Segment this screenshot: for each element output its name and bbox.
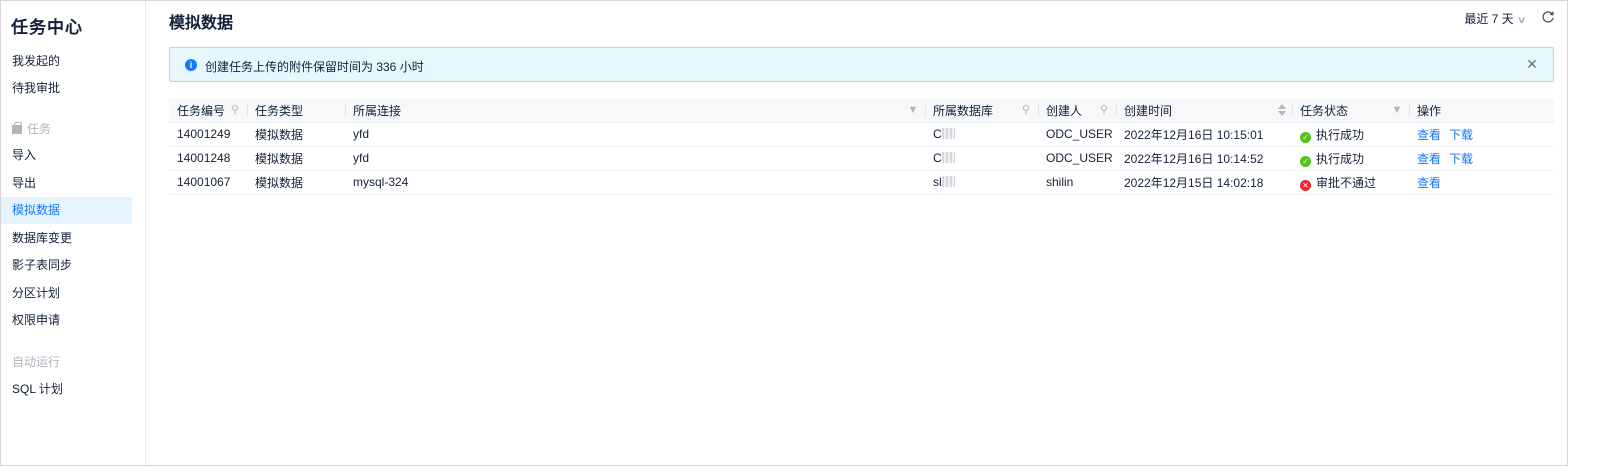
sidebar-item-partition-plan[interactable]: 分区计划 [1, 280, 132, 307]
sidebar-item-import[interactable]: 导入 [1, 142, 132, 169]
sidebar-item-db-change[interactable]: 数据库变更 [1, 225, 132, 252]
download-link[interactable]: 下载 [1449, 128, 1473, 142]
table-row: 14001067 模拟数据 mysql-324 sl shilin 2022年1… [169, 170, 1554, 195]
search-icon[interactable]: ⚲ [229, 104, 241, 116]
cell-type: 模拟数据 [247, 122, 345, 147]
page-title: 模拟数据 [169, 15, 234, 32]
cell-connection: yfd [345, 146, 925, 171]
cell-created-at: 2022年12月16日 10:14:52 [1116, 146, 1292, 171]
cell-creator: ODC_USER [1038, 146, 1116, 171]
main-content: 模拟数据 最近 7 天 ∨ i 创建任务上传的附件保留时间为 336 小时 ✕ 任… [146, 1, 1567, 465]
cell-creator: ODC_USER [1038, 122, 1116, 147]
close-icon[interactable]: ✕ [1525, 57, 1539, 71]
column-header-id: 任务编号 ⚲ [169, 99, 247, 123]
cell-type: 模拟数据 [247, 170, 345, 195]
error-circle-icon: ✕ [1300, 179, 1311, 191]
redacted-text [941, 128, 955, 139]
app-title: 任务中心 [11, 18, 83, 37]
sidebar-item-shadow-table-sync[interactable]: 影子表同步 [1, 252, 132, 279]
column-header-database: 所属数据库 ⚲ [925, 99, 1038, 123]
date-range-value: 最近 7 天 [1464, 12, 1514, 26]
info-alert: i 创建任务上传的附件保留时间为 336 小时 ✕ [169, 47, 1554, 82]
download-link[interactable]: 下载 [1449, 152, 1473, 166]
date-range-select[interactable]: 最近 7 天 ∨ [1464, 10, 1527, 27]
sidebar-group-task-label: 任务 [27, 122, 52, 136]
filter-icon[interactable]: ▼ [1391, 104, 1403, 116]
sidebar-item-pending-approval[interactable]: 待我审批 [1, 75, 132, 102]
view-link[interactable]: 查看 [1417, 128, 1441, 142]
task-table: 任务编号 ⚲ 任务类型 所属连接 ▼ 所属数据库 ⚲ 创建人 ⚲ 创建时间 任务状态 ▼ … [169, 99, 1554, 195]
check-circle-icon: ✓ [1300, 131, 1311, 143]
column-header-created-at[interactable]: 创建时间 [1116, 99, 1292, 123]
cell-database: sl [925, 170, 1038, 195]
view-link[interactable]: 查看 [1417, 176, 1441, 190]
cell-actions: 查看 下载 [1409, 122, 1554, 147]
check-circle-icon: ✓ [1300, 155, 1311, 167]
cell-id: 14001249 [169, 122, 247, 147]
cell-id: 14001248 [169, 146, 247, 171]
sidebar: 任务中心 我发起的 待我审批 任务 导入 导出 模拟数据 数据库变更 影子表同步… [1, 1, 146, 465]
alert-message: 创建任务上传的附件保留时间为 336 小时 [205, 60, 424, 74]
chevron-down-icon: ∨ [1516, 15, 1527, 26]
redacted-text [941, 176, 955, 187]
redacted-text [941, 152, 955, 163]
cell-created-at: 2022年12月16日 10:15:01 [1116, 122, 1292, 147]
briefcase-icon [12, 122, 22, 134]
sidebar-item-export[interactable]: 导出 [1, 170, 132, 197]
cell-actions: 查看 [1409, 170, 1554, 195]
view-link[interactable]: 查看 [1417, 152, 1441, 166]
info-icon: i [185, 59, 197, 71]
sidebar-item-permission-apply[interactable]: 权限申请 [1, 307, 132, 334]
search-icon[interactable]: ⚲ [1098, 104, 1110, 116]
cell-id: 14001067 [169, 170, 247, 195]
cell-type: 模拟数据 [247, 146, 345, 171]
cell-database: C [925, 146, 1038, 171]
refresh-icon[interactable] [1541, 10, 1555, 24]
sort-icon[interactable] [1278, 103, 1286, 117]
cell-actions: 查看 下载 [1409, 146, 1554, 171]
column-header-connection: 所属连接 ▼ [345, 99, 925, 123]
table-header-row: 任务编号 ⚲ 任务类型 所属连接 ▼ 所属数据库 ⚲ 创建人 ⚲ 创建时间 任务状态 ▼ … [169, 99, 1554, 123]
cell-status: ✓ 执行成功 [1292, 146, 1409, 171]
sidebar-item-sql-plan[interactable]: SQL 计划 [1, 376, 132, 403]
sidebar-group-task: 任务 [12, 119, 51, 139]
column-header-actions: 操作 [1409, 99, 1554, 123]
cell-status: ✕ 审批不通过 [1292, 170, 1409, 195]
cell-connection: yfd [345, 122, 925, 147]
table-row: 14001249 模拟数据 yfd C ODC_USER 2022年12月16日… [169, 122, 1554, 147]
cell-status: ✓ 执行成功 [1292, 122, 1409, 147]
sidebar-group-auto-run: 自动运行 [12, 355, 61, 369]
column-header-creator: 创建人 ⚲ [1038, 99, 1116, 123]
app-window: 任务中心 我发起的 待我审批 任务 导入 导出 模拟数据 数据库变更 影子表同步… [0, 0, 1568, 466]
cell-created-at: 2022年12月15日 14:02:18 [1116, 170, 1292, 195]
sidebar-item-my-initiated[interactable]: 我发起的 [1, 48, 132, 75]
column-header-status: 任务状态 ▼ [1292, 99, 1409, 123]
cell-creator: shilin [1038, 170, 1116, 195]
filter-icon[interactable]: ▼ [907, 104, 919, 116]
cell-database: C [925, 122, 1038, 147]
cell-connection: mysql-324 [345, 170, 925, 195]
table-row: 14001248 模拟数据 yfd C ODC_USER 2022年12月16日… [169, 146, 1554, 171]
column-header-type: 任务类型 [247, 99, 345, 123]
sidebar-item-mock-data[interactable]: 模拟数据 [1, 197, 132, 224]
search-icon[interactable]: ⚲ [1020, 104, 1032, 116]
